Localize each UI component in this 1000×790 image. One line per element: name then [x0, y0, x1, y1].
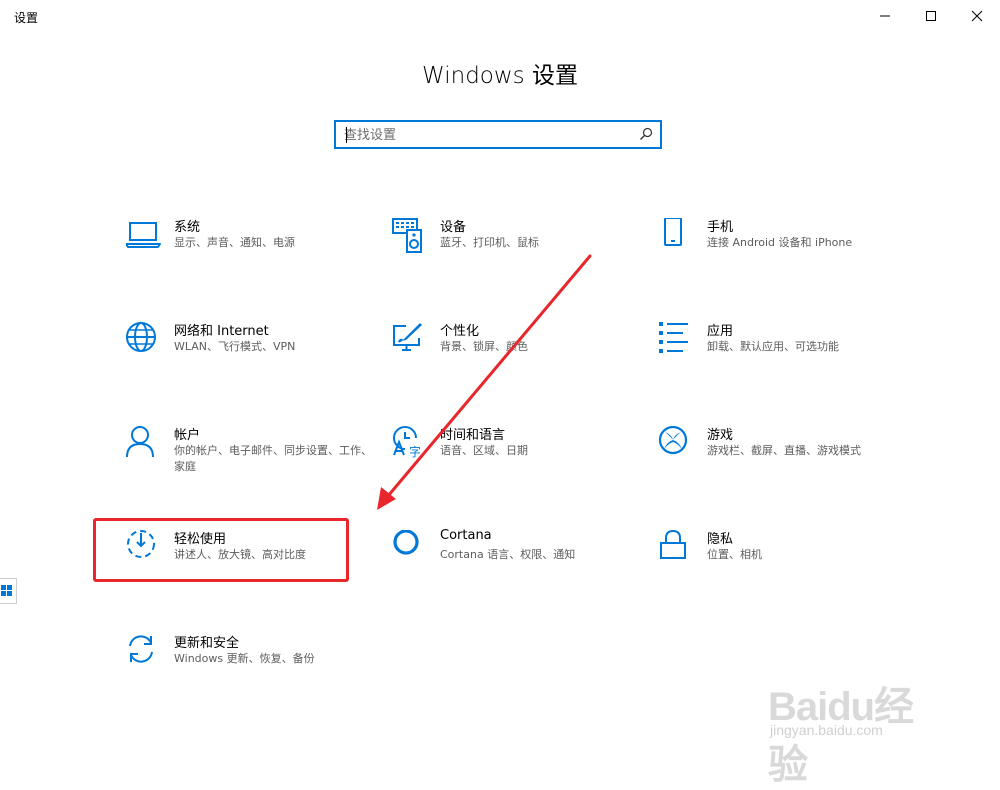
tile-desc: 讲述人、放大镜、高对比度 — [174, 548, 306, 561]
tile-title: 个性化 — [440, 324, 480, 339]
cortana-ring-icon — [393, 530, 419, 555]
watermark-url: jingyan.baidu.com — [770, 722, 883, 738]
keyboard-speaker-icon — [392, 218, 422, 253]
tile-desc: 语音、区域、日期 — [440, 444, 528, 457]
refresh-icon — [129, 635, 153, 663]
tile-desc: 你的帐户、电子邮件、同步设置、工作、家庭 — [174, 444, 372, 473]
tile-cortana[interactable]: Cortana Cortana 语言、权限、通知 — [392, 528, 644, 610]
window-title: 设置 — [14, 11, 39, 25]
tile-title: Cortana — [440, 528, 492, 543]
search-icon[interactable] — [639, 127, 653, 141]
tile-network[interactable]: 网络和 Internet WLAN、飞行模式、VPN — [126, 322, 378, 402]
tile-ease-of-access[interactable]: 轻松使用 讲述人、放大镜、高对比度 — [126, 530, 378, 610]
close-button[interactable] — [954, 0, 1000, 32]
tile-devices[interactable]: 设备 蓝牙、打印机、鼠标 — [392, 218, 644, 298]
search-input[interactable] — [344, 125, 634, 145]
page-title: Windows 设置 — [422, 63, 578, 89]
clock-language-icon: 字 — [393, 426, 421, 459]
tile-title: 轻松使用 — [174, 532, 227, 547]
tile-apps[interactable]: 应用 卸载、默认应用、可选功能 — [659, 322, 911, 402]
tile-gaming[interactable]: 游戏 游戏栏、截屏、直播、游戏模式 — [659, 426, 911, 506]
tile-desc: 连接 Android 设备和 iPhone — [707, 236, 853, 249]
text-caret — [346, 127, 347, 143]
svg-text:字: 字 — [409, 444, 421, 459]
tile-title: 手机 — [707, 220, 734, 235]
tile-desc: 位置、相机 — [707, 548, 762, 561]
tile-desc: 背景、锁屏、颜色 — [440, 340, 528, 353]
tile-desc: WLAN、飞行模式、VPN — [174, 340, 296, 353]
minimize-button[interactable] — [862, 0, 908, 32]
search-box[interactable] — [334, 120, 662, 149]
side-panel-tab[interactable] — [0, 578, 17, 604]
person-icon — [126, 426, 154, 458]
maximize-icon — [926, 11, 936, 21]
title-bar: 设置 — [0, 0, 1000, 32]
phone-icon — [664, 218, 682, 246]
paint-brush-icon — [393, 323, 422, 351]
tile-title: 设备 — [440, 220, 467, 235]
tile-system[interactable]: 系统 显示、声音、通知、电源 — [126, 218, 378, 298]
tile-title: 隐私 — [707, 532, 734, 547]
tile-desc: 蓝牙、打印机、鼠标 — [440, 236, 539, 249]
tile-update-security[interactable]: 更新和安全 Windows 更新、恢复、备份 — [126, 634, 378, 714]
close-icon — [971, 10, 983, 22]
ease-of-access-icon — [127, 530, 155, 558]
minimize-icon — [880, 15, 890, 17]
globe-icon — [126, 322, 156, 352]
tile-title: 时间和语言 — [440, 428, 506, 443]
tile-title: 帐户 — [174, 428, 201, 443]
app-list-icon — [659, 322, 688, 353]
tile-title: 网络和 Internet — [174, 324, 269, 339]
xbox-icon — [659, 426, 688, 455]
tile-desc: 显示、声音、通知、电源 — [174, 236, 295, 249]
tile-desc: 游戏栏、截屏、直播、游戏模式 — [707, 444, 861, 457]
tile-desc: 卸载、默认应用、可选功能 — [707, 340, 839, 353]
tile-accounts[interactable]: 帐户 你的帐户、电子邮件、同步设置、工作、家庭 — [126, 426, 378, 506]
tile-phone[interactable]: 手机 连接 Android 设备和 iPhone — [659, 218, 911, 298]
tile-desc: Cortana 语言、权限、通知 — [440, 548, 576, 561]
windows-grid-icon — [1, 585, 12, 596]
tile-title: 系统 — [174, 220, 201, 235]
tile-title: 应用 — [707, 324, 734, 339]
baidu-watermark: Baidu经验 jingyan.baidu.com — [768, 656, 948, 787]
tile-desc: Windows 更新、恢复、备份 — [174, 652, 315, 665]
laptop-icon — [126, 222, 161, 248]
tile-title: 更新和安全 — [174, 636, 240, 651]
tile-privacy[interactable]: 隐私 位置、相机 — [659, 530, 911, 610]
tile-personalization[interactable]: 个性化 背景、锁屏、颜色 — [392, 322, 644, 402]
tile-time-language[interactable]: 字 时间和语言 语音、区域、日期 — [392, 426, 644, 506]
maximize-button[interactable] — [908, 0, 954, 32]
tile-title: 游戏 — [707, 428, 734, 443]
lock-icon — [660, 530, 686, 559]
